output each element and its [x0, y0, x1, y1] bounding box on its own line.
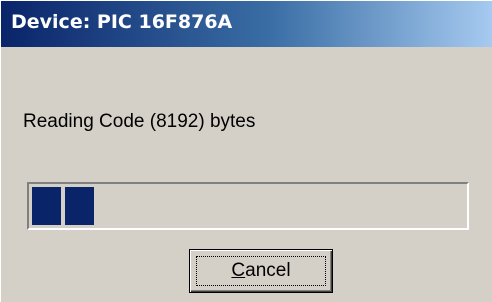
progress-dialog: Device: PIC 16F876A Reading Code (8192) …: [0, 0, 492, 302]
title-bar[interactable]: Device: PIC 16F876A: [1, 1, 492, 47]
progress-fill: [32, 187, 94, 225]
cancel-button[interactable]: Cancel: [189, 249, 333, 293]
status-message: Reading Code (8192) bytes: [23, 111, 256, 132]
cancel-button-label: Cancel: [231, 260, 291, 281]
progress-bar: [27, 182, 469, 230]
window-title: Device: PIC 16F876A: [11, 11, 233, 33]
progress-block: [65, 187, 94, 225]
progress-block: [32, 187, 61, 225]
focus-ring: Cancel: [196, 256, 326, 286]
